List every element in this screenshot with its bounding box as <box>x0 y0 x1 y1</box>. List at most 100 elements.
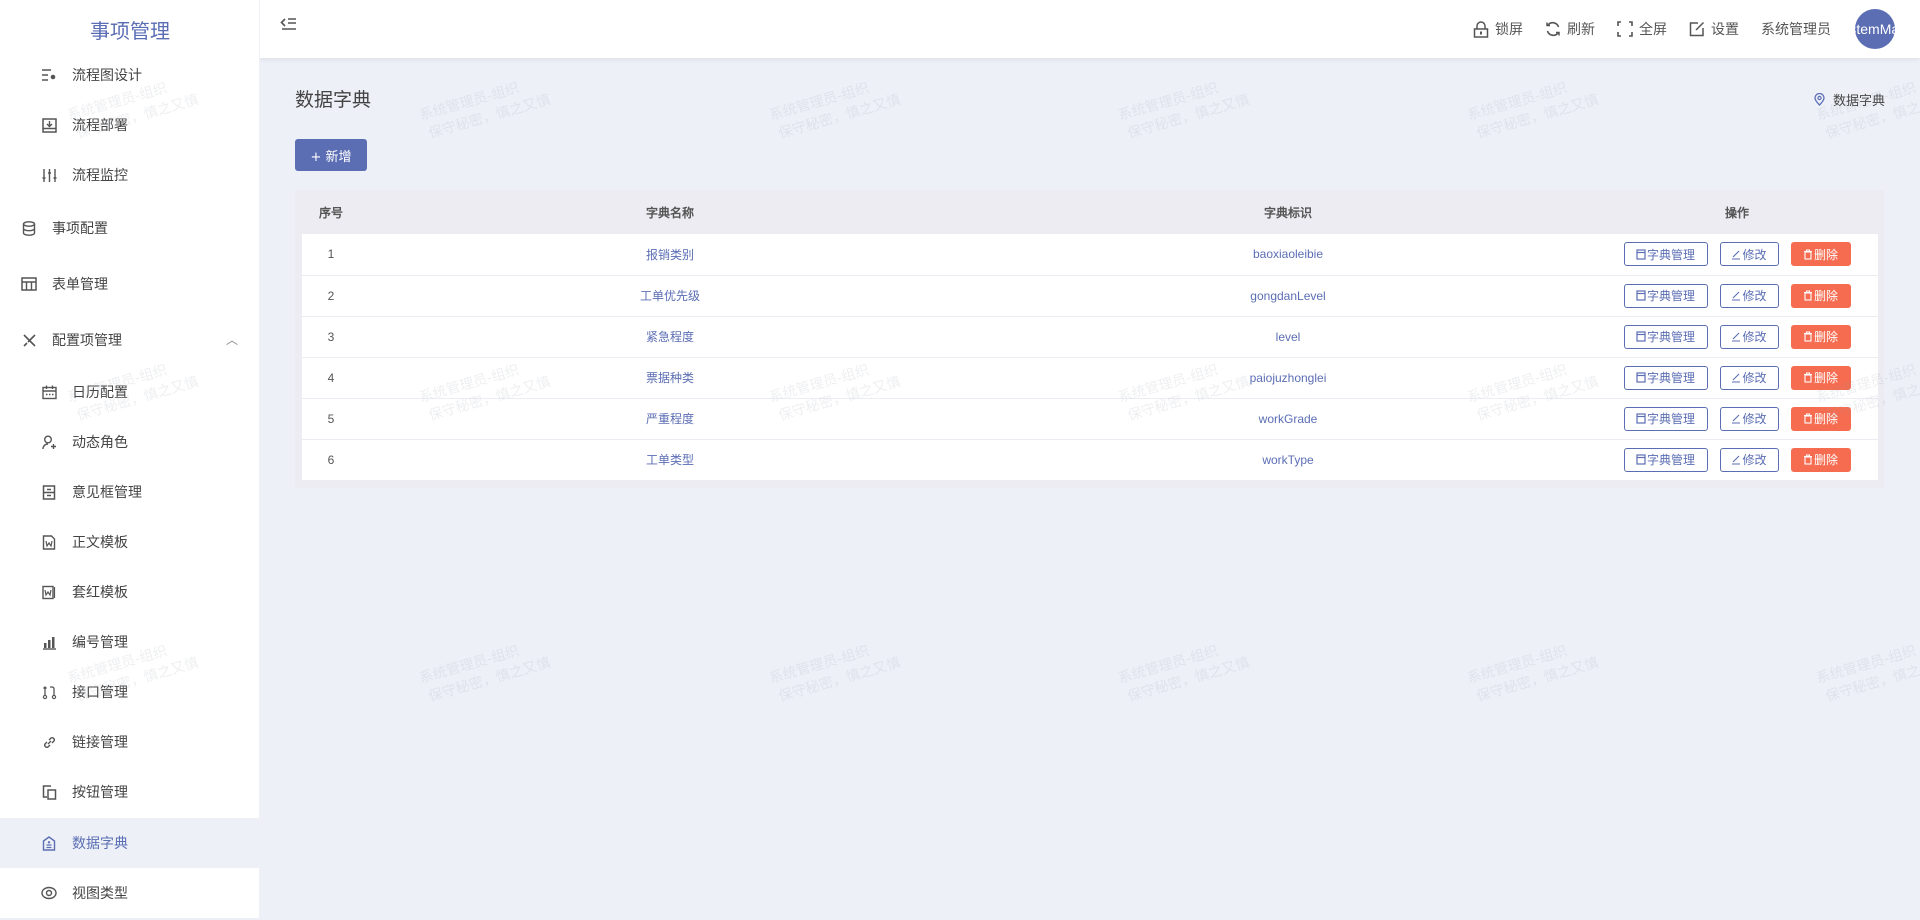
sidebar-item-view-type[interactable]: 视图类型 <box>0 868 260 918</box>
sidebar-item-label: 日历配置 <box>72 385 128 401</box>
dict-manage-label: 字典管理 <box>1646 247 1695 262</box>
dict-manage-button[interactable]: 字典管理 <box>1623 365 1708 390</box>
refresh-icon <box>1546 21 1560 37</box>
dict-manage-button[interactable]: 字典管理 <box>1623 324 1708 349</box>
dict-manage-button[interactable]: 字典管理 <box>1623 406 1708 431</box>
sidebar-item-deploy[interactable]: 流程部署 <box>0 100 260 150</box>
table-row: 1 报销类别 baoxiaoleibie 字典管理 修改 删除 <box>302 234 1878 275</box>
opinion-box-icon <box>40 483 58 501</box>
row-actions: 字典管理 修改 删除 <box>1596 357 1878 398</box>
dict-manage-label: 字典管理 <box>1646 371 1695 385</box>
collapse-sidebar-icon[interactable] <box>280 16 300 36</box>
button-icon <box>40 783 58 801</box>
delete-label: 删除 <box>1813 453 1838 467</box>
sidebar-item-config-manage[interactable]: 配置项管理 ︿ <box>0 315 260 365</box>
lock-screen-label: 锁屏 <box>1495 22 1523 38</box>
sidebar-item-flow-design[interactable]: 流程图设计 <box>0 50 260 100</box>
dictionary-key: baoxiaoleibie <box>1252 247 1324 262</box>
delete-label: 删除 <box>1813 412 1838 426</box>
edit-button[interactable]: 修改 <box>1719 324 1779 349</box>
trash-icon <box>1803 454 1812 465</box>
avatar[interactable]: SystemMan <box>1855 9 1895 49</box>
table-row: 3 紧急程度 level 字典管理 修改 删除 <box>302 316 1878 357</box>
delete-button[interactable]: 删除 <box>1790 283 1851 308</box>
add-button[interactable]: + 新增 <box>295 139 367 171</box>
database-icon <box>20 219 38 237</box>
sidebar-item-data-dictionary[interactable]: 数据字典 <box>0 818 260 868</box>
delete-button[interactable]: 删除 <box>1790 365 1851 390</box>
sidebar-item-label: 编号管理 <box>72 635 128 651</box>
edit-label: 修改 <box>1742 330 1767 344</box>
table-row: 4 票据种类 paiojuzhonglei 字典管理 修改 删除 <box>302 357 1878 398</box>
dict-manage-label: 字典管理 <box>1646 453 1695 467</box>
row-actions: 字典管理 修改 删除 <box>1596 316 1878 357</box>
fullscreen-button[interactable]: 全屏 <box>1617 19 1667 39</box>
refresh-label: 刷新 <box>1567 22 1595 38</box>
sidebar-item-api-manage[interactable]: 接口管理 <box>0 667 260 717</box>
sidebar-item-dynamic-role[interactable]: 动态角色 <box>0 417 260 467</box>
dict-manage-button[interactable]: 字典管理 <box>1623 242 1708 267</box>
lock-screen-button[interactable]: 锁屏 <box>1473 19 1523 39</box>
tools-icon <box>20 331 38 349</box>
dictionary-table: 序号 字典名称 字典标识 操作 1 报销类别 baoxiaoleibie 字典管… <box>295 190 1884 488</box>
sidebar-item-button-manage[interactable]: 按钮管理 <box>0 767 260 817</box>
sidebar-item-opinion-box[interactable]: 意见框管理 <box>0 467 260 517</box>
dict-manage-button[interactable]: 字典管理 <box>1623 283 1708 308</box>
chevron-up-icon[interactable]: ︿ <box>226 331 238 348</box>
dictionary-key: gongdanLevel <box>1250 288 1326 303</box>
edit-icon <box>1732 455 1741 465</box>
sidebar: 事项管理 流程图设计 流程部署 流程监控 事项配置 表单管理 配置项管理 ︿ 日… <box>0 0 260 918</box>
sidebar-item-link-manage[interactable]: 链接管理 <box>0 717 260 767</box>
settings-button[interactable]: 设置 <box>1689 19 1739 39</box>
sidebar-item-label: 视图类型 <box>72 886 128 902</box>
location-icon <box>1814 93 1825 106</box>
table-row: 2 工单优先级 gongdanLevel 字典管理 修改 删除 <box>302 275 1878 316</box>
dict-manage-label: 字典管理 <box>1646 412 1695 426</box>
sidebar-item-monitor[interactable]: 流程监控 <box>0 150 260 200</box>
row-index: 3 <box>327 329 335 344</box>
breadcrumb-current[interactable]: 数据字典 <box>1833 90 1885 109</box>
row-index: 4 <box>327 370 335 385</box>
edit-button[interactable]: 修改 <box>1719 242 1779 267</box>
edit-icon <box>1732 373 1741 383</box>
table-header-row: 序号 字典名称 字典标识 操作 <box>302 190 1878 234</box>
dict-manage-button[interactable]: 字典管理 <box>1623 447 1708 472</box>
trash-icon <box>1803 413 1812 424</box>
delete-button[interactable]: 删除 <box>1790 242 1851 267</box>
edit-label: 修改 <box>1742 371 1767 385</box>
edit-button[interactable]: 修改 <box>1719 447 1779 472</box>
dictionary-name: 报销类别 <box>645 247 694 262</box>
user-add-icon <box>40 433 58 451</box>
sidebar-item-calendar[interactable]: 日历配置 <box>0 367 260 417</box>
edit-button[interactable]: 修改 <box>1719 365 1779 390</box>
bar-chart-icon <box>40 633 58 651</box>
delete-button[interactable]: 删除 <box>1790 447 1851 472</box>
edit-button[interactable]: 修改 <box>1719 283 1779 308</box>
column-header-actions: 操作 <box>1724 205 1749 220</box>
doc-template-icon <box>40 533 58 551</box>
edit-button[interactable]: 修改 <box>1719 406 1779 431</box>
sidebar-item-form-manage[interactable]: 表单管理 <box>0 259 260 309</box>
sidebar-item-item-config[interactable]: 事项配置 <box>0 203 260 253</box>
refresh-button[interactable]: 刷新 <box>1545 19 1595 39</box>
dict-manage-icon <box>1636 372 1646 383</box>
username-label: 系统管理员 <box>1761 22 1831 38</box>
trash-icon <box>1803 331 1812 342</box>
lock-icon <box>1473 20 1489 38</box>
sidebar-item-label: 数据字典 <box>72 836 128 852</box>
edit-icon <box>1732 414 1741 424</box>
sidebar-item-red-template[interactable]: 套红模板 <box>0 567 260 617</box>
delete-button[interactable]: 删除 <box>1790 324 1851 349</box>
delete-label: 删除 <box>1813 247 1838 262</box>
edit-label: 修改 <box>1742 247 1767 262</box>
dictionary-key: level <box>1275 329 1301 344</box>
delete-button[interactable]: 删除 <box>1790 406 1851 431</box>
column-header-key: 字典标识 <box>1263 205 1312 220</box>
sidebar-item-doc-template[interactable]: 正文模板 <box>0 517 260 567</box>
fullscreen-label: 全屏 <box>1639 22 1667 38</box>
username[interactable]: 系统管理员 <box>1761 19 1831 39</box>
sidebar-item-number-manage[interactable]: 编号管理 <box>0 617 260 667</box>
row-actions: 字典管理 修改 删除 <box>1596 439 1878 480</box>
sidebar-item-label: 事项配置 <box>52 221 108 237</box>
edit-label: 修改 <box>1742 289 1767 303</box>
